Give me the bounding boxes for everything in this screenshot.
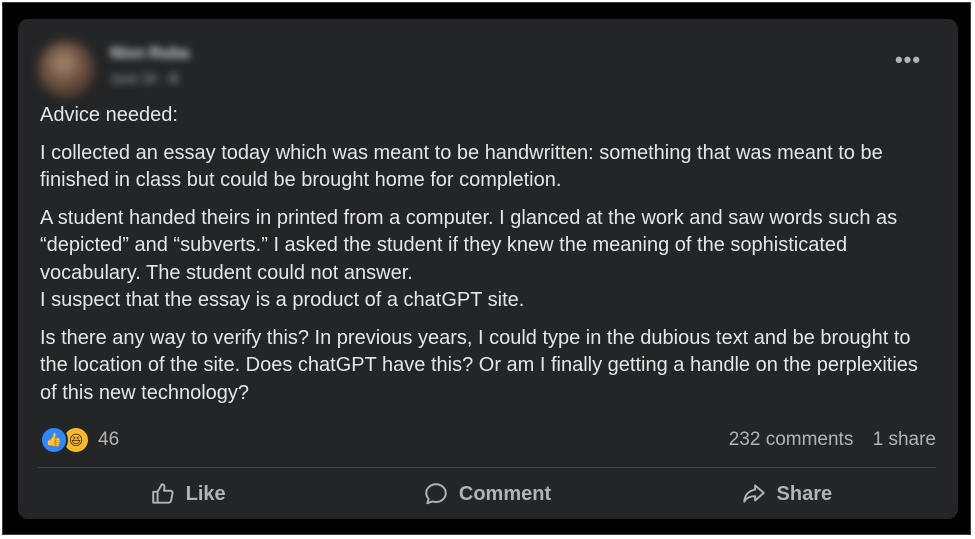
share-icon	[742, 484, 765, 503]
like-button[interactable]: Like	[38, 474, 337, 514]
like-label: Like	[185, 482, 226, 505]
action-bar: Like Comment Share	[38, 474, 936, 514]
like-reaction-icon[interactable]: 👍	[40, 426, 68, 454]
thumbs-up-icon	[151, 483, 174, 504]
divider	[38, 467, 936, 468]
more-options-icon[interactable]: •••	[888, 49, 928, 79]
post-text: Advice needed: I collected an essay toda…	[40, 102, 940, 417]
avatar[interactable]	[38, 41, 94, 97]
post-paragraph: A student handed theirs in printed from …	[40, 206, 898, 312]
author-name[interactable]: Nisn Ruba	[110, 45, 189, 63]
post-paragraph: I collected an essay today which was mea…	[40, 141, 883, 192]
share-button[interactable]: Share	[637, 474, 936, 514]
shares-count[interactable]: 1 share	[873, 429, 936, 450]
comment-label: Comment	[458, 482, 552, 505]
reaction-count[interactable]: 46	[98, 429, 119, 451]
post-header: Nisn Ruba June 29 · ⚙ •••	[38, 39, 920, 97]
post-paragraph: Is there any way to verify this? In prev…	[40, 326, 918, 404]
share-label: Share	[776, 482, 833, 505]
screenshot-frame: Nisn Ruba June 29 · ⚙ ••• Advice needed:…	[2, 2, 971, 535]
comment-button[interactable]: Comment	[337, 474, 636, 514]
reactions-bar: 👍 😆 46 232 comments 1 share	[40, 424, 936, 454]
comments-count[interactable]: 232 comments	[729, 429, 854, 450]
post-paragraph: Advice needed:	[40, 104, 178, 126]
comment-icon	[425, 483, 447, 505]
post-stats: 232 comments 1 share	[715, 429, 936, 451]
post-meta[interactable]: June 29 · ⚙	[110, 71, 179, 87]
post-card: Nisn Ruba June 29 · ⚙ ••• Advice needed:…	[18, 19, 958, 519]
